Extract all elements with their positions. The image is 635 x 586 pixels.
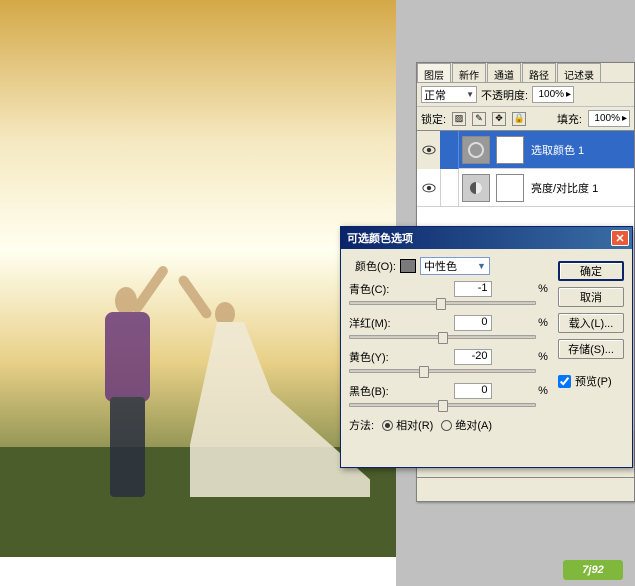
slider-track[interactable] [349, 301, 536, 305]
selective-color-dialog: 可选颜色选项 ✕ 颜色(O): 中性色 ▼ 青色(C): -1 % [340, 226, 633, 468]
lock-transparent-icon[interactable]: ▨ [452, 112, 466, 126]
slider-value[interactable]: 0 [454, 383, 492, 399]
percent-sign: % [536, 385, 550, 397]
tab-channels[interactable]: 通道 [487, 63, 521, 82]
opacity-input[interactable]: 100%▸ [532, 86, 574, 103]
slider-thumb[interactable] [438, 332, 448, 344]
slider-cyan: 青色(C): -1 % [349, 281, 550, 305]
ok-button[interactable]: 确定 [558, 261, 624, 281]
preview-check-input[interactable] [558, 375, 571, 388]
percent-sign: % [536, 351, 550, 363]
slider-label: 洋红(M): [349, 315, 409, 331]
adjustment-thumb [462, 136, 490, 164]
slider-black: 黑色(B): 0 % [349, 383, 550, 407]
dialog-title: 可选颜色选项 [347, 230, 413, 246]
layer-name[interactable]: 选取颜色 1 [527, 142, 634, 158]
slider-label: 青色(C): [349, 281, 409, 297]
tab-paths[interactable]: 路径 [522, 63, 556, 82]
tab-layers[interactable]: 图层 [417, 63, 451, 82]
lock-position-icon[interactable]: ✥ [492, 112, 506, 126]
layer-name[interactable]: 亮度/对比度 1 [527, 180, 634, 196]
slider-track[interactable] [349, 335, 536, 339]
eye-icon [422, 183, 436, 193]
lock-paint-icon[interactable]: ✎ [472, 112, 486, 126]
panel-footer [417, 477, 634, 501]
mask-thumb [496, 136, 524, 164]
color-swatch [400, 259, 416, 273]
link-cell[interactable] [441, 131, 459, 169]
layer-row[interactable]: 选取颜色 1 [417, 131, 634, 169]
slider-thumb[interactable] [436, 298, 446, 310]
canvas-image [0, 0, 396, 557]
radio-absolute[interactable]: 绝对(A) [441, 417, 492, 433]
slider-value[interactable]: -1 [454, 281, 492, 297]
link-cell[interactable] [441, 169, 459, 207]
close-icon: ✕ [615, 232, 624, 245]
tab-history[interactable]: 记述录 [557, 63, 601, 82]
slider-track[interactable] [349, 403, 536, 407]
save-button[interactable]: 存储(S)... [558, 339, 624, 359]
slider-magenta: 洋红(M): 0 % [349, 315, 550, 339]
close-button[interactable]: ✕ [611, 230, 629, 246]
chevron-right-icon: ▸ [566, 89, 571, 100]
fill-label: 填充: [557, 111, 582, 127]
color-select[interactable]: 中性色 ▼ [420, 257, 490, 275]
layer-row[interactable]: 亮度/对比度 1 [417, 169, 634, 207]
fill-input[interactable]: 100%▸ [588, 110, 630, 127]
percent-sign: % [536, 283, 550, 295]
preview-checkbox[interactable]: 预览(P) [558, 373, 624, 389]
chevron-down-icon: ▼ [466, 90, 474, 99]
percent-sign: % [536, 317, 550, 329]
slider-thumb[interactable] [419, 366, 429, 378]
slider-value[interactable]: 0 [454, 315, 492, 331]
slider-thumb[interactable] [438, 400, 448, 412]
lock-all-icon[interactable]: 🔒 [512, 112, 526, 126]
slider-yellow: 黄色(Y): -20 % [349, 349, 550, 373]
chevron-right-icon: ▸ [622, 113, 627, 124]
visibility-toggle[interactable] [417, 131, 441, 169]
slider-label: 黑色(B): [349, 383, 409, 399]
adjustment-thumb [462, 174, 490, 202]
slider-value[interactable]: -20 [454, 349, 492, 365]
chevron-down-icon: ▼ [477, 261, 486, 271]
color-label: 颜色(O): [355, 258, 396, 274]
eye-icon [422, 145, 436, 155]
dialog-titlebar[interactable]: 可选颜色选项 ✕ [341, 227, 632, 249]
blend-mode-select[interactable]: 正常▼ [421, 86, 477, 103]
slider-track[interactable] [349, 369, 536, 373]
watermark: 7j92 [563, 560, 623, 580]
lock-label: 锁定: [421, 111, 446, 127]
radio-relative[interactable]: 相对(R) [382, 417, 433, 433]
mask-thumb [496, 174, 524, 202]
cancel-button[interactable]: 取消 [558, 287, 624, 307]
opacity-label: 不透明度: [481, 87, 528, 103]
slider-label: 黄色(Y): [349, 349, 409, 365]
load-button[interactable]: 载入(L)... [558, 313, 624, 333]
tab-1[interactable]: 新作 [452, 63, 486, 82]
panel-tabs: 图层 新作 通道 路径 记述录 [417, 63, 634, 83]
method-label: 方法: [349, 417, 374, 433]
visibility-toggle[interactable] [417, 169, 441, 207]
